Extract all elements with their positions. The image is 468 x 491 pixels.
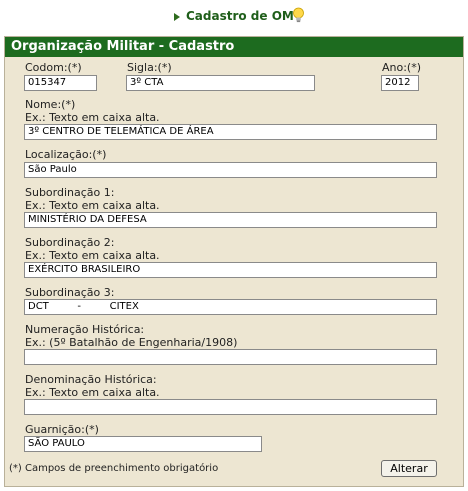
numeracao-hint: Ex.: (5º Batalhão de Engenharia/1908) [25,336,238,349]
denominacao-input[interactable] [24,399,437,415]
denominacao-label: Denominação Histórica: [25,373,157,386]
arrow-right-icon [174,13,180,21]
sigla-input[interactable]: 3º CTA [126,75,315,91]
subordinacao1-label: Subordinação 1: [25,186,115,199]
guarnicao-input[interactable]: SÃO PAULO [24,436,262,452]
subordinacao3-input[interactable]: DCT - CITEX [24,299,437,315]
nome-input[interactable]: 3º CENTRO DE TELEMÁTICA DE ÁREA [24,124,437,140]
localizacao-input[interactable]: São Paulo [24,162,437,178]
nome-label: Nome:(*) [25,98,76,111]
denominacao-hint: Ex.: Texto em caixa alta. [25,386,160,399]
lightbulb-icon[interactable] [292,7,305,23]
page-title: Cadastro de OM [186,9,294,23]
panel-title: Organização Militar - Cadastro [5,37,463,57]
subordinacao1-input[interactable]: MINISTÉRIO DA DEFESA [24,212,437,228]
ano-label: Ano:(*) [382,61,422,74]
localizacao-label: Localização:(*) [25,148,107,161]
numeracao-label: Numeração Histórica: [25,323,145,336]
subordinacao1-hint: Ex.: Texto em caixa alta. [25,199,160,212]
codom-input[interactable]: 015347 [24,75,97,91]
codom-label: Codom:(*) [25,61,82,74]
subordinacao3-label: Subordinação 3: [25,286,115,299]
subordinacao2-hint: Ex.: Texto em caixa alta. [25,249,160,262]
subordinacao2-input[interactable]: EXÉRCITO BRASILEIRO [24,262,437,278]
sigla-label: Sigla:(*) [127,61,172,74]
ano-input[interactable]: 2012 [381,75,419,91]
guarnicao-label: Guarnição:(*) [25,423,99,436]
alterar-button[interactable]: Alterar [381,460,437,477]
required-fields-note: (*) Campos de preenchimento obrigatório [9,463,219,474]
nome-hint: Ex.: Texto em caixa alta. [25,111,160,124]
page-header: Cadastro de OM [0,0,468,34]
subordinacao2-label: Subordinação 2: [25,236,115,249]
numeracao-input[interactable] [24,349,437,365]
